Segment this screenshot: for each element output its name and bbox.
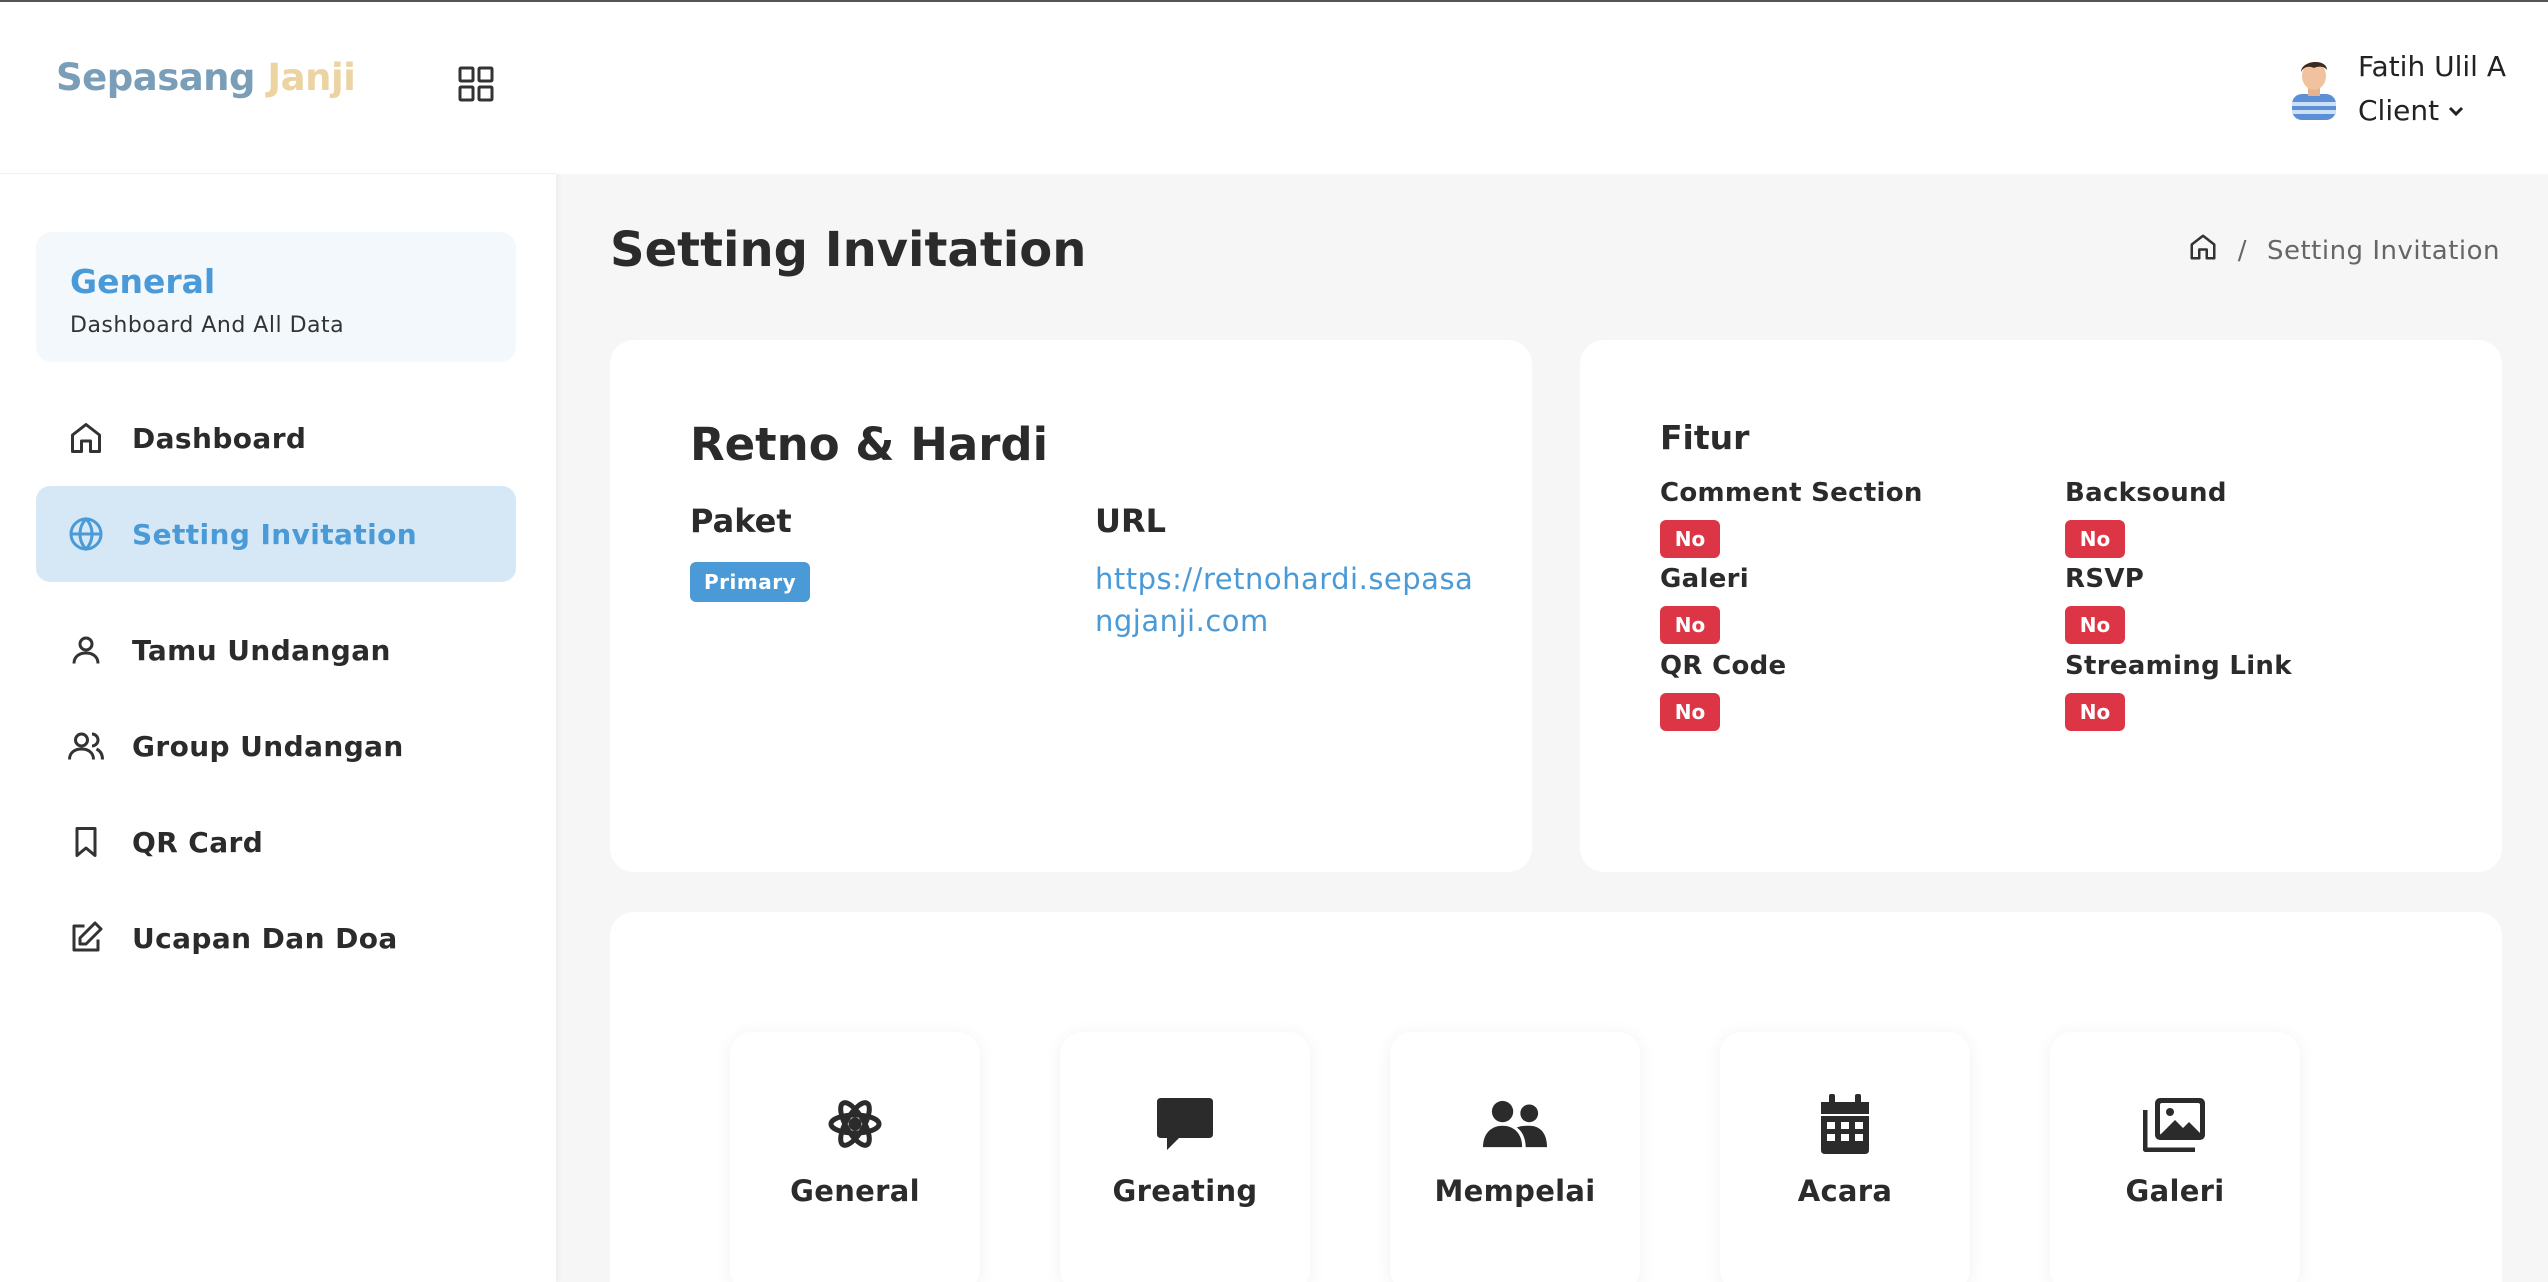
user-name[interactable]: Fatih Ulil A bbox=[2358, 50, 2506, 83]
page-title: Setting Invitation bbox=[610, 222, 1087, 278]
url-label: URL bbox=[1095, 502, 1167, 540]
brand-part2: Janji bbox=[267, 56, 356, 99]
user-icon bbox=[66, 630, 106, 670]
user-role-dropdown[interactable]: Client bbox=[2358, 94, 2465, 127]
top-border bbox=[0, 0, 2548, 2]
home-icon bbox=[66, 418, 106, 458]
sidebar-item-label: Group Undangan bbox=[132, 729, 404, 763]
sidebar-nav: Dashboard Setting Invitation Tamu Undang… bbox=[36, 390, 516, 986]
breadcrumb-separator: / bbox=[2237, 235, 2247, 266]
paket-badge: Primary bbox=[690, 562, 811, 602]
brand-part1: Sepasang bbox=[56, 56, 256, 99]
fitur-status-badge: No bbox=[2065, 520, 2125, 558]
sidebar-item-tamu-undangan[interactable]: Tamu Undangan bbox=[36, 602, 516, 698]
sidebar-item-label: Dashboard bbox=[132, 421, 307, 455]
sidebar-item-dashboard[interactable]: Dashboard bbox=[36, 390, 516, 486]
user-role: Client bbox=[2358, 94, 2440, 127]
breadcrumb: / Setting Invitation bbox=[2188, 232, 2500, 269]
sidebar-item-setting-invitation[interactable]: Setting Invitation bbox=[36, 486, 516, 582]
fitur-title: Fitur bbox=[1660, 418, 1750, 457]
breadcrumb-current: Setting Invitation bbox=[2266, 235, 2500, 266]
images-icon bbox=[2143, 1092, 2207, 1156]
tile-galeri[interactable]: Galeri bbox=[2050, 1032, 2300, 1282]
couple-name: Retno & Hardi bbox=[690, 418, 1049, 471]
section-subtitle: Dashboard And All Data bbox=[70, 313, 345, 338]
sidebar-item-label: Ucapan Dan Doa bbox=[132, 921, 398, 955]
section-title: General bbox=[70, 262, 216, 301]
logo-bar: Sepasang Janji bbox=[0, 2, 556, 174]
tile-label: Acara bbox=[1797, 1174, 1893, 1208]
fitur-label: Backsound bbox=[2065, 478, 2227, 508]
sidebar-item-ucapan-dan-doa[interactable]: Ucapan Dan Doa bbox=[36, 890, 516, 986]
sidebar-item-label: Setting Invitation bbox=[132, 517, 418, 551]
grid-menu-icon[interactable] bbox=[458, 66, 494, 102]
invitation-info-card: Retno & Hardi Paket Primary URL https://… bbox=[610, 340, 1532, 872]
sidebar-item-group-undangan[interactable]: Group Undangan bbox=[36, 698, 516, 794]
tile-general[interactable]: General bbox=[730, 1032, 980, 1282]
sidebar-item-qr-card[interactable]: QR Card bbox=[36, 794, 516, 890]
fitur-label: Streaming Link bbox=[2065, 651, 2292, 681]
tile-label: Galeri bbox=[2125, 1174, 2225, 1208]
invitation-url-link[interactable]: https://retnohardi.sepasangjanji.com bbox=[1095, 558, 1475, 642]
bookmark-icon bbox=[66, 822, 106, 862]
fitur-label: RSVP bbox=[2065, 564, 2145, 594]
fitur-status-badge: No bbox=[1660, 606, 1720, 644]
fitur-card: Fitur Comment Section No Backsound No Ga… bbox=[1580, 340, 2502, 872]
avatar[interactable] bbox=[2288, 54, 2340, 120]
atom-icon bbox=[823, 1092, 887, 1156]
fitur-label: QR Code bbox=[1660, 651, 1787, 681]
users-icon bbox=[66, 726, 106, 766]
tile-label: General bbox=[790, 1174, 920, 1208]
tile-label: Mempelai bbox=[1434, 1174, 1596, 1208]
brand-logo[interactable]: Sepasang Janji bbox=[56, 56, 356, 99]
fitur-label: Comment Section bbox=[1660, 478, 1923, 508]
fitur-label: Galeri bbox=[1660, 564, 1749, 594]
calendar-icon bbox=[1813, 1092, 1877, 1156]
fitur-status-badge: No bbox=[1660, 520, 1720, 558]
paket-label: Paket bbox=[690, 502, 792, 540]
tile-mempelai[interactable]: Mempelai bbox=[1390, 1032, 1640, 1282]
fitur-status-badge: No bbox=[2065, 606, 2125, 644]
breadcrumb-home-icon[interactable] bbox=[2188, 232, 2218, 269]
couple-icon bbox=[1483, 1092, 1547, 1156]
globe-icon bbox=[66, 514, 106, 554]
message-icon bbox=[1153, 1092, 1217, 1156]
sidebar: Sepasang Janji General Dashboard And All… bbox=[0, 2, 556, 1282]
chevron-down-icon bbox=[2447, 94, 2465, 127]
tile-acara[interactable]: Acara bbox=[1720, 1032, 1970, 1282]
sidebar-section-general: General Dashboard And All Data bbox=[36, 232, 516, 362]
settings-menu-card: General Greating Mempelai Acara Galeri bbox=[610, 912, 2502, 1282]
fitur-status-badge: No bbox=[2065, 693, 2125, 731]
tile-label: Greating bbox=[1112, 1174, 1258, 1208]
sidebar-item-label: QR Card bbox=[132, 825, 264, 859]
edit-icon bbox=[66, 918, 106, 958]
tile-greating[interactable]: Greating bbox=[1060, 1032, 1310, 1282]
sidebar-item-label: Tamu Undangan bbox=[132, 633, 391, 667]
fitur-status-badge: No bbox=[1660, 693, 1720, 731]
top-header: Fatih Ulil A Client bbox=[556, 2, 2548, 174]
